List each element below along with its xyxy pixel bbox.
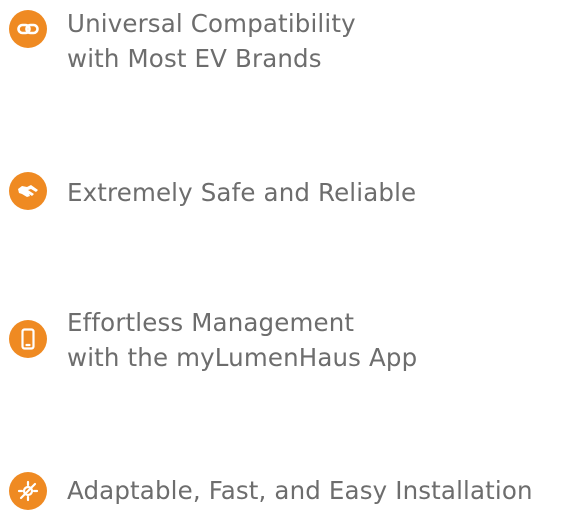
feature-text: Effortless Management with the myLumenHa… <box>67 305 417 375</box>
feature-title-line-2: with the myLumenHaus App <box>67 343 418 372</box>
installation-tools-icon <box>9 472 47 510</box>
feature-easy-installation: Adaptable, Fast, and Easy Installation <box>9 472 533 510</box>
feature-title-line-1: Adaptable, Fast, and Easy Installation <box>67 476 533 505</box>
feature-title-line-1: Effortless Management <box>67 308 355 337</box>
feature-title-line-1: Universal Compatibility <box>67 9 356 38</box>
feature-title-line-1: Extremely Safe and Reliable <box>67 178 417 207</box>
feature-text: Extremely Safe and Reliable <box>67 175 416 210</box>
handshake-icon <box>9 172 47 210</box>
feature-title-line-2: with Most EV Brands <box>67 44 322 73</box>
feature-text: Adaptable, Fast, and Easy Installation <box>67 473 533 508</box>
feature-universal-compatibility: Universal Compatibility with Most EV Bra… <box>9 9 356 76</box>
feature-text: Universal Compatibility with Most EV Bra… <box>67 6 356 76</box>
feature-safe-reliable: Extremely Safe and Reliable <box>9 172 416 210</box>
smartphone-icon <box>9 320 47 358</box>
link-icon <box>9 10 47 48</box>
feature-app-management: Effortless Management with the myLumenHa… <box>9 308 417 375</box>
